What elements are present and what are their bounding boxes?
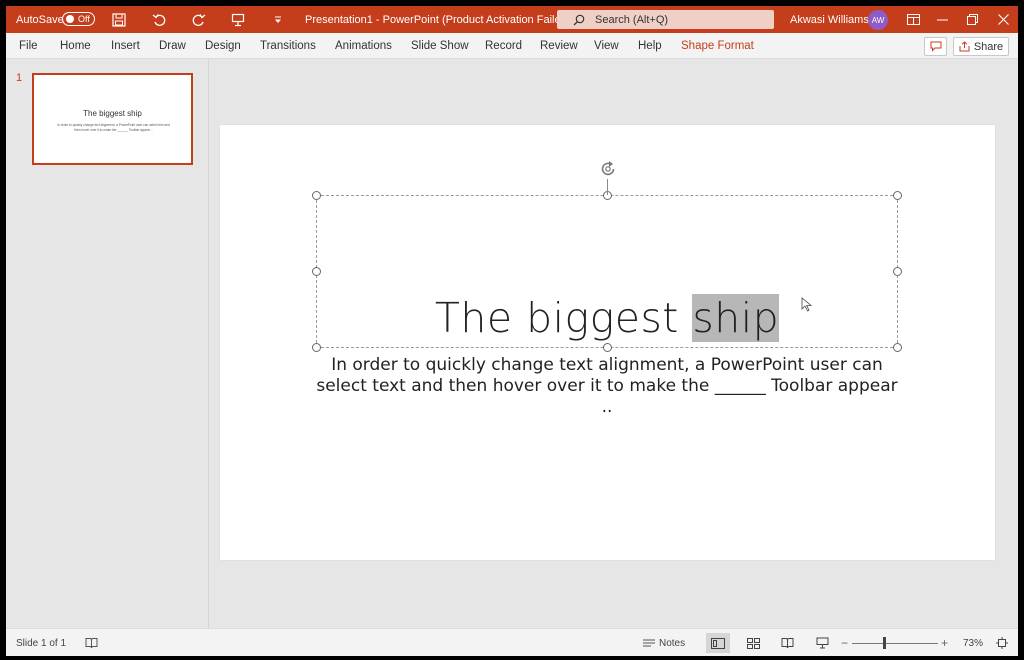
present-from-beginning-icon[interactable] (227, 6, 249, 33)
share-label: Share (973, 40, 1004, 53)
notes-icon (643, 639, 655, 647)
slide-thumbnail-pane: 1 The biggest ship In order to quickly c… (6, 59, 209, 628)
resize-handle-left[interactable] (312, 267, 321, 276)
toggle-knob (66, 15, 74, 23)
slide-sorter-view-icon[interactable] (741, 633, 765, 653)
comment-icon (930, 41, 941, 52)
tab-file[interactable]: File (19, 33, 38, 59)
reading-view-icon[interactable] (775, 633, 799, 653)
powerpoint-window: AutoSave Off Presentation1 - PowerPoint … (6, 6, 1018, 656)
undo-icon[interactable] (148, 6, 170, 33)
title-bar: AutoSave Off Presentation1 - PowerPoint … (6, 6, 1018, 33)
rotate-handle-icon[interactable] (598, 159, 618, 179)
slide-counter: Slide 1 of 1 (16, 637, 67, 649)
zoom-slider-thumb[interactable] (883, 637, 886, 649)
autosave-toggle[interactable]: Off (62, 12, 95, 26)
customize-quick-access-icon[interactable] (267, 6, 289, 33)
accessibility-icon[interactable] (85, 629, 98, 656)
comments-button[interactable] (924, 37, 947, 56)
title-unselected-text: The biggest (434, 294, 693, 342)
share-icon (959, 41, 970, 52)
tab-transitions[interactable]: Transitions (260, 33, 316, 59)
notes-button[interactable]: Notes (643, 629, 685, 656)
tab-animations[interactable]: Animations (335, 33, 392, 59)
tab-review[interactable]: Review (540, 33, 578, 59)
zoom-slider[interactable] (852, 643, 938, 644)
notes-label: Notes (659, 637, 686, 649)
thumbnail-body: In order to quickly change text alignmen… (57, 123, 170, 132)
slide-thumbnail[interactable]: The biggest ship In order to quickly cha… (32, 73, 193, 165)
save-icon[interactable] (108, 6, 130, 33)
redo-icon[interactable] (188, 6, 210, 33)
title-selected-text: ship (692, 294, 780, 342)
tab-help[interactable]: Help (638, 33, 662, 59)
mouse-cursor-icon (801, 297, 813, 312)
ribbon-display-options-icon[interactable] (902, 6, 924, 33)
minimize-icon[interactable] (931, 6, 953, 33)
close-icon[interactable] (992, 6, 1014, 33)
zoom-level[interactable]: 73% (963, 629, 983, 656)
resize-handle-top-left[interactable] (312, 191, 321, 200)
tab-insert[interactable]: Insert (111, 33, 140, 59)
share-button[interactable]: Share (953, 37, 1009, 56)
zoom-out-icon[interactable]: − (841, 629, 848, 656)
normal-view-icon[interactable] (706, 633, 730, 653)
tab-design[interactable]: Design (205, 33, 241, 59)
slide-canvas[interactable]: The biggest ship In order to quickly cha… (220, 125, 995, 560)
tab-draw[interactable]: Draw (159, 33, 186, 59)
tab-shape-format[interactable]: Shape Format (681, 33, 754, 59)
thumbnail-title: The biggest ship (83, 109, 142, 118)
slide-number: 1 (16, 72, 23, 84)
slide-show-view-icon[interactable] (810, 633, 834, 653)
rotate-connector (607, 179, 608, 195)
ribbon-tabs: File Home Insert Draw Design Transitions… (6, 33, 1018, 59)
status-bar: Slide 1 of 1 Notes − + 73% (6, 628, 1018, 656)
restore-icon[interactable] (961, 6, 983, 33)
resize-handle-right[interactable] (893, 267, 902, 276)
fit-slide-icon[interactable] (996, 629, 1008, 656)
tab-view[interactable]: View (594, 33, 619, 59)
search-box[interactable]: Search (Alt+Q) (557, 10, 774, 29)
tab-slide-show[interactable]: Slide Show (411, 33, 469, 59)
search-icon (573, 14, 585, 25)
search-placeholder: Search (Alt+Q) (595, 13, 669, 26)
user-name[interactable]: Akwasi Williams (790, 6, 869, 33)
autosave-label: AutoSave (16, 13, 64, 26)
tab-home[interactable]: Home (60, 33, 91, 59)
tab-record[interactable]: Record (485, 33, 522, 59)
autosave-state: Off (78, 14, 90, 24)
slide-body-text[interactable]: In order to quickly change text alignmen… (316, 355, 898, 418)
document-title: Presentation1 - PowerPoint (Product Acti… (305, 13, 571, 26)
zoom-in-icon[interactable]: + (941, 629, 948, 656)
avatar[interactable]: AW (868, 10, 888, 30)
resize-handle-top-right[interactable] (893, 191, 902, 200)
